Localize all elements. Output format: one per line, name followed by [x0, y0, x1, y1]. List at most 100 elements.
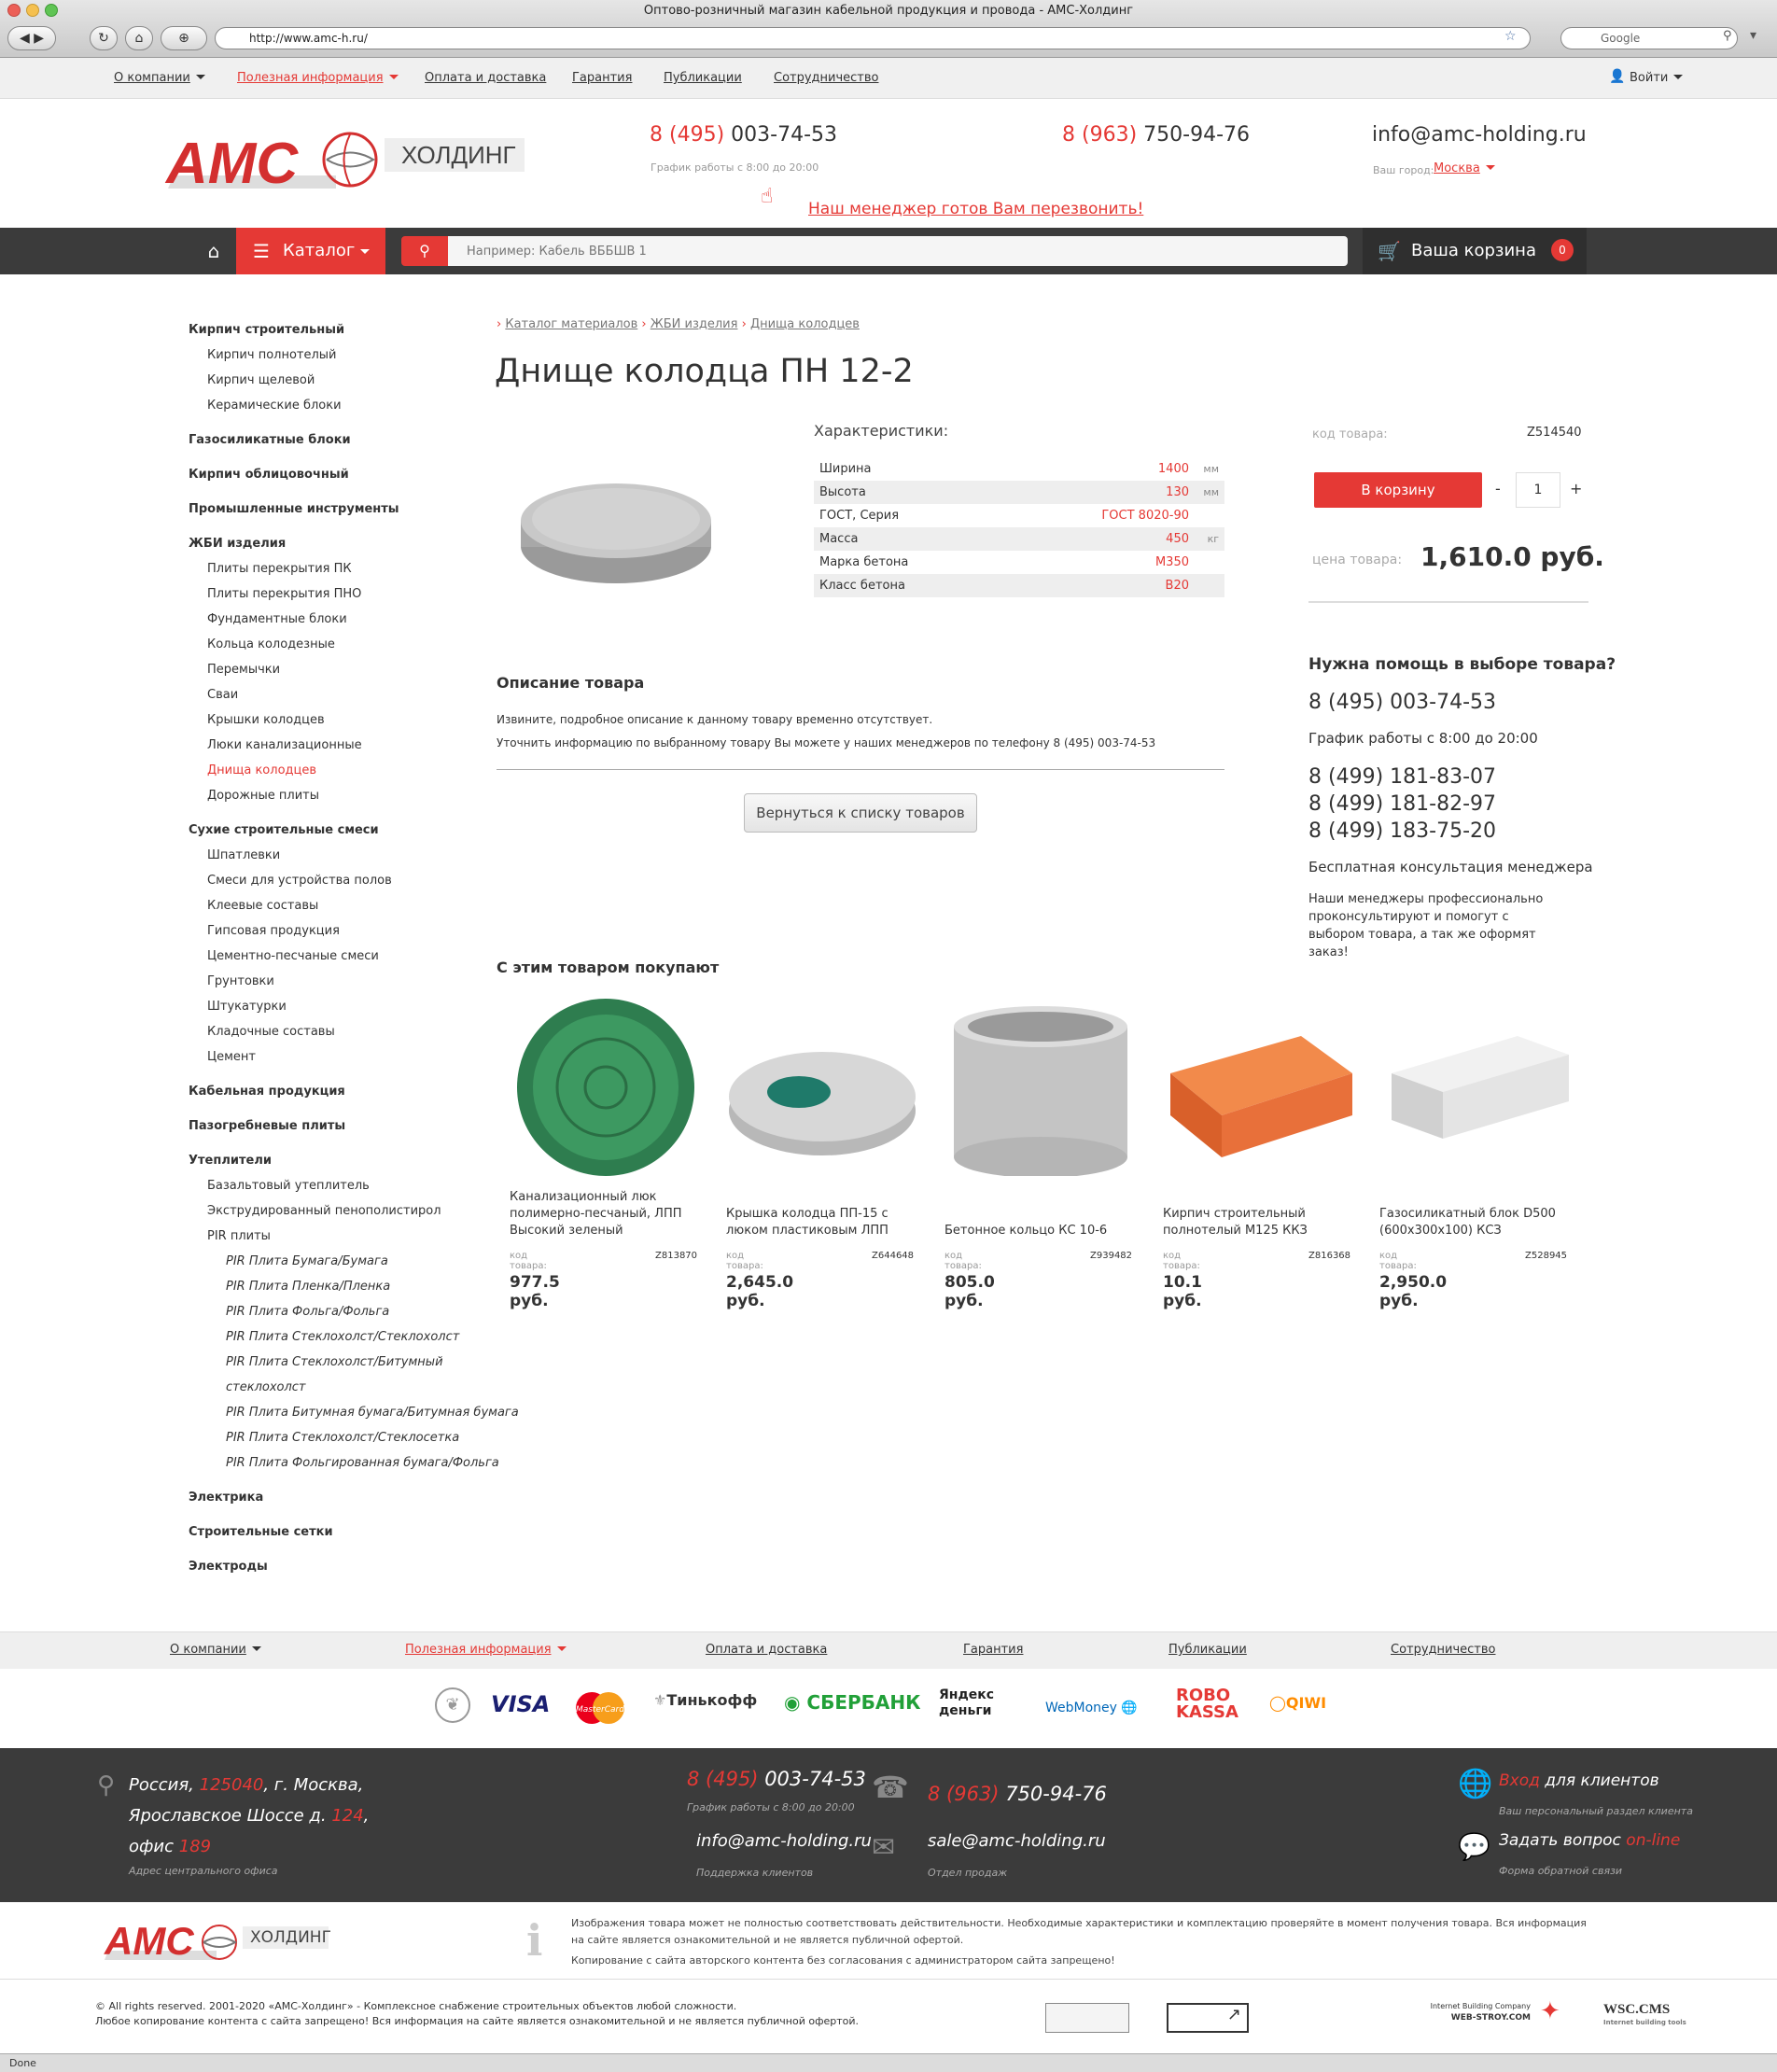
sidebar-item[interactable]: Гипсовая продукция [189, 918, 506, 944]
home-button[interactable]: ⌂ [125, 26, 153, 50]
sidebar-item[interactable]: Грунтовки [189, 969, 506, 994]
callback-link[interactable]: Наш менеджер готов Вам перезвонить! [808, 200, 1143, 218]
sidebar-item[interactable]: Фундаментные блоки [189, 607, 506, 632]
footer-nav-useful-info[interactable]: Полезная информация [405, 1643, 567, 1657]
sidebar-item[interactable]: Керамические блоки [189, 393, 506, 418]
nav-warranty[interactable]: Гарантия [572, 71, 632, 85]
sidebar-item[interactable]: Сухие строительные смеси [189, 818, 506, 843]
quantity-increase-button[interactable]: + [1570, 480, 1582, 497]
sidebar-item[interactable]: Плиты перекрытия ПК [189, 556, 506, 581]
sidebar-item[interactable]: Строительные сетки [189, 1519, 506, 1545]
sidebar-item[interactable]: Шпатлевки [189, 843, 506, 868]
footer-nav-warranty[interactable]: Гарантия [963, 1643, 1023, 1657]
sidebar-item[interactable]: Кабельная продукция [189, 1079, 506, 1104]
site-logo[interactable]: AMC [149, 121, 341, 196]
nav-about[interactable]: О компании [114, 71, 205, 85]
minimize-window-button[interactable] [26, 4, 39, 17]
quantity-decrease-button[interactable]: - [1495, 480, 1501, 497]
sidebar-item[interactable]: Электроды [189, 1554, 506, 1579]
sidebar-item[interactable]: Перемычки [189, 657, 506, 682]
breadcrumb-catalog[interactable]: Каталог материалов [505, 317, 637, 331]
address-bar[interactable]: http://www.amc-h.ru/ [215, 27, 1531, 49]
product-image[interactable] [504, 457, 728, 597]
sidebar-item[interactable]: PIR Плита Фольга/Фольга [189, 1299, 506, 1324]
sidebar-item[interactable]: PIR плиты [189, 1224, 506, 1249]
sidebar-item[interactable]: Пазогребневые плиты [189, 1113, 506, 1139]
sidebar-item[interactable]: Базальтовый утеплитель [189, 1173, 506, 1198]
home-nav-button[interactable]: ⌂ [192, 228, 235, 274]
sidebar-item[interactable]: Днища колодцев [189, 758, 506, 783]
sidebar-item[interactable]: Утеплители [189, 1148, 506, 1173]
sidebar-item[interactable]: Клеевые составы [189, 893, 506, 918]
sidebar-item[interactable]: стеклохолст [189, 1375, 506, 1400]
reload-button[interactable]: ↻ [90, 26, 118, 50]
sidebar-item[interactable]: PIR Плита Фольгированная бумага/Фольга [189, 1450, 506, 1476]
sidebar-item[interactable]: PIR Плита Битумная бумага/Битумная бумаг… [189, 1400, 519, 1425]
search-icon[interactable]: ⚲ [401, 236, 448, 266]
sidebar-item[interactable]: PIR Плита Стеклохолст/Стеклосетка [189, 1425, 506, 1450]
breadcrumb-jbi[interactable]: ЖБИ изделия [651, 317, 738, 331]
related-product-name[interactable]: Бетонное кольцо КС 10-6 [944, 1223, 1122, 1239]
counter-badge-2[interactable]: ↗ [1167, 2003, 1249, 2033]
browser-search-input[interactable]: Google [1560, 27, 1738, 49]
sidebar-item[interactable]: Крышки колодцев [189, 707, 506, 733]
related-product-image[interactable] [508, 999, 704, 1180]
back-arrow-icon[interactable]: ◀ [20, 31, 30, 46]
sidebar-item[interactable]: Кирпич полнотелый [189, 343, 506, 368]
zoom-window-button[interactable] [45, 4, 58, 17]
sidebar-item[interactable]: Кирпич облицовочный [189, 462, 506, 487]
sidebar-item[interactable]: Кирпич строительный [189, 317, 506, 343]
sidebar-item[interactable]: Газосиликатные блоки [189, 427, 506, 453]
sidebar-item[interactable]: Кирпич щелевой [189, 368, 506, 393]
cms-logo[interactable]: WSC.CMS Internet building tools [1603, 2003, 1686, 2029]
sidebar-item[interactable]: Экструдированный пенополистирол [189, 1198, 506, 1224]
magnifier-icon[interactable]: ⚲ [1723, 29, 1732, 43]
sidebar-item[interactable]: Штукатурки [189, 994, 506, 1019]
sidebar-item[interactable]: PIR Плита Стеклохолст/Битумный [189, 1350, 506, 1375]
catalog-search-input[interactable] [448, 236, 1348, 266]
related-product-name[interactable]: Канализационный люк полимерно-песчаный, … [510, 1189, 687, 1239]
sidebar-item[interactable]: PIR Плита Бумага/Бумага [189, 1249, 506, 1274]
ask-question-link[interactable]: Задать вопрос on-line [1499, 1831, 1680, 1850]
sidebar-item[interactable]: Плиты перекрытия ПНО [189, 581, 506, 607]
related-product-image[interactable] [943, 999, 1139, 1180]
sidebar-item[interactable]: Цемент [189, 1044, 506, 1070]
footer-nav-payment[interactable]: Оплата и доставка [706, 1643, 827, 1657]
nav-cooperation[interactable]: Сотрудничество [774, 71, 879, 85]
city-selector[interactable]: Москва [1434, 161, 1495, 175]
page-menu-icon[interactable]: ▾ [1750, 28, 1756, 43]
sidebar-item[interactable]: PIR Плита Пленка/Пленка [189, 1274, 506, 1299]
header-email[interactable]: info@amc-holding.ru [1372, 123, 1587, 147]
sidebar-item[interactable]: Смеси для устройства полов [189, 868, 506, 893]
bookmark-button[interactable]: ⊕ [161, 26, 207, 50]
add-to-cart-button[interactable]: В корзину [1314, 472, 1482, 508]
star-icon[interactable]: ☆ [1504, 29, 1517, 44]
close-window-button[interactable] [7, 4, 21, 17]
sidebar-item[interactable]: PIR Плита Стеклохолст/Стеклохолст [189, 1324, 506, 1350]
footer-nav-about[interactable]: О компании [170, 1643, 261, 1657]
counter-badge-1[interactable] [1045, 2003, 1129, 2033]
related-product-name[interactable]: Крышка колодца ПП-15 с люком пластиковым… [726, 1206, 903, 1239]
sidebar-item[interactable]: Сваи [189, 682, 506, 707]
studio-credit[interactable]: Internet Building Company WEB-STROY.COM [1428, 2001, 1531, 2023]
footer-nav-publications[interactable]: Публикации [1168, 1643, 1247, 1657]
nav-payment-delivery[interactable]: Оплата и доставка [425, 71, 546, 85]
nav-useful-info[interactable]: Полезная информация [237, 71, 399, 85]
nav-publications[interactable]: Публикации [664, 71, 742, 85]
sidebar-item[interactable]: Промышленные инструменты [189, 497, 506, 522]
client-login-link[interactable]: Вход для клиентов [1499, 1771, 1659, 1790]
quantity-input[interactable]: 1 [1516, 472, 1560, 508]
sidebar-item[interactable]: Цементно-песчаные смеси [189, 944, 506, 969]
sidebar-item[interactable]: Электрика [189, 1485, 506, 1510]
back-to-list-button[interactable]: Вернуться к списку товаров [744, 793, 977, 833]
related-product-image[interactable] [724, 999, 920, 1180]
sidebar-item[interactable]: Люки канализационные [189, 733, 506, 758]
back-forward-buttons[interactable]: ◀ ▶ [7, 26, 56, 50]
login-link[interactable]: Войти [1630, 71, 1683, 85]
catalog-button[interactable]: ☰ Каталог [236, 228, 385, 274]
footer-nav-cooperation[interactable]: Сотрудничество [1391, 1643, 1496, 1657]
related-product-name[interactable]: Кирпич строительный полнотелый М125 ККЗ [1163, 1206, 1340, 1239]
sidebar-item[interactable]: Дорожные плиты [189, 783, 506, 808]
sidebar-item[interactable]: ЖБИ изделия [189, 531, 506, 556]
sidebar-item[interactable]: Кольца колодезные [189, 632, 506, 657]
